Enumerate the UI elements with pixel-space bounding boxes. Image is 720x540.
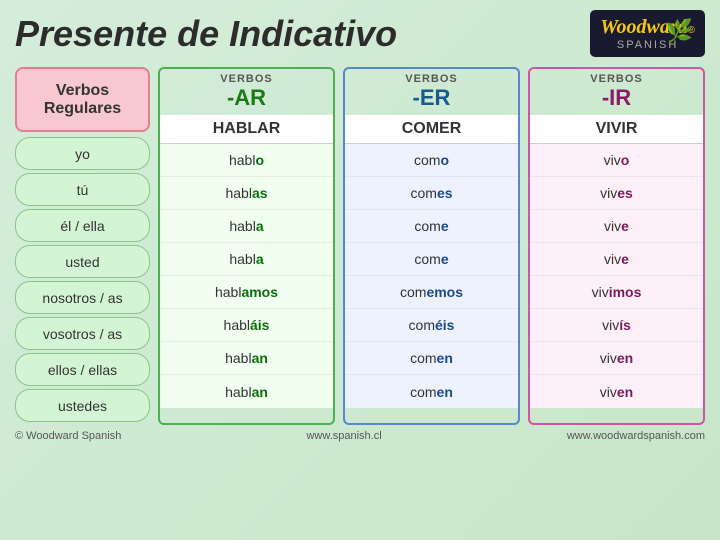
verb-cell-item: comes [345, 177, 518, 210]
ar-ending-label: -AR [164, 85, 329, 111]
ir-cells: vivovivesvivevivevivimosvivísvivenviven [530, 144, 703, 408]
pronoun-cells: yotúél / ellaustednosotros / asvosotros … [15, 137, 150, 425]
verb-cell-item: vivo [530, 144, 703, 177]
ar-header: VERBOS -AR [160, 69, 333, 115]
verb-cell-item: comen [345, 375, 518, 408]
verb-cell-item: hablamos [160, 276, 333, 309]
ar-verb-name: HABLAR [160, 115, 333, 144]
verb-cell-item: vives [530, 177, 703, 210]
ir-verbos-label: VERBOS [534, 73, 699, 85]
verb-cell-item: habla [160, 243, 333, 276]
copyright: © Woodward Spanish [15, 430, 121, 442]
verb-cell-item: viven [530, 375, 703, 408]
verb-cell-item: vive [530, 243, 703, 276]
er-header: VERBOS -ER [345, 69, 518, 115]
pronoun-cell: él / ella [15, 209, 150, 242]
logo-inner: Woodward® SPANISH 🌿 [600, 16, 695, 51]
leaf-icon: 🌿 [666, 18, 693, 44]
pronoun-cell: usted [15, 245, 150, 278]
er-column: VERBOS -ER COMER comocomescomecomecomemo… [343, 67, 520, 425]
verbos-regulares-label: VerbosRegulares [44, 82, 121, 118]
verb-cell-item: vive [530, 210, 703, 243]
pronoun-cell: vosotros / as [15, 317, 150, 350]
pronoun-cell: tú [15, 173, 150, 206]
er-verb-name: COMER [345, 115, 518, 144]
ar-cells: hablohablashablahablahablamoshabláishabl… [160, 144, 333, 408]
verb-cell-item: como [345, 144, 518, 177]
logo: Woodward® SPANISH 🌿 [590, 10, 705, 57]
pronoun-cell: yo [15, 137, 150, 170]
website1: www.spanish.cl [306, 430, 381, 442]
pronoun-cell: ustedes [15, 389, 150, 422]
verb-cell-item: hablan [160, 342, 333, 375]
verb-cell-item: comemos [345, 276, 518, 309]
header: Presente de Indicativo Woodward® SPANISH… [15, 10, 705, 57]
verb-cell-item: hablan [160, 375, 333, 408]
ar-verbos-label: VERBOS [164, 73, 329, 85]
pronoun-cell: nosotros / as [15, 281, 150, 314]
website2: www.woodwardspanish.com [567, 430, 705, 442]
verb-cell-item: hablas [160, 177, 333, 210]
verb-cell-item: hablo [160, 144, 333, 177]
er-cells: comocomescomecomecomemoscoméiscomencomen [345, 144, 518, 408]
footer: © Woodward Spanish www.spanish.cl www.wo… [15, 430, 705, 442]
ar-column: VERBOS -AR HABLAR hablohablashablahablah… [158, 67, 335, 425]
pronoun-cell: ellos / ellas [15, 353, 150, 386]
verb-cell-item: come [345, 210, 518, 243]
verb-cell-item: habla [160, 210, 333, 243]
verb-cell-item: coméis [345, 309, 518, 342]
verb-cell-item: vivís [530, 309, 703, 342]
pronoun-column: VerbosRegulares yotúél / ellaustednosotr… [15, 67, 150, 425]
ir-ending-label: -IR [534, 85, 699, 111]
er-verbos-label: VERBOS [349, 73, 514, 85]
main-container: Presente de Indicativo Woodward® SPANISH… [0, 0, 720, 540]
verb-cell-item: vivimos [530, 276, 703, 309]
pronoun-header: VerbosRegulares [15, 67, 150, 132]
verb-cell-item: viven [530, 342, 703, 375]
table-area: VerbosRegulares yotúél / ellaustednosotr… [15, 67, 705, 425]
verb-cell-item: habláis [160, 309, 333, 342]
ir-header: VERBOS -IR [530, 69, 703, 115]
verb-cell-item: comen [345, 342, 518, 375]
ir-verb-name: VIVIR [530, 115, 703, 144]
er-ending-label: -ER [349, 85, 514, 111]
page-title: Presente de Indicativo [15, 13, 397, 55]
verb-cell-item: come [345, 243, 518, 276]
ir-column: VERBOS -IR VIVIR vivovivesvivevivevivimo… [528, 67, 705, 425]
